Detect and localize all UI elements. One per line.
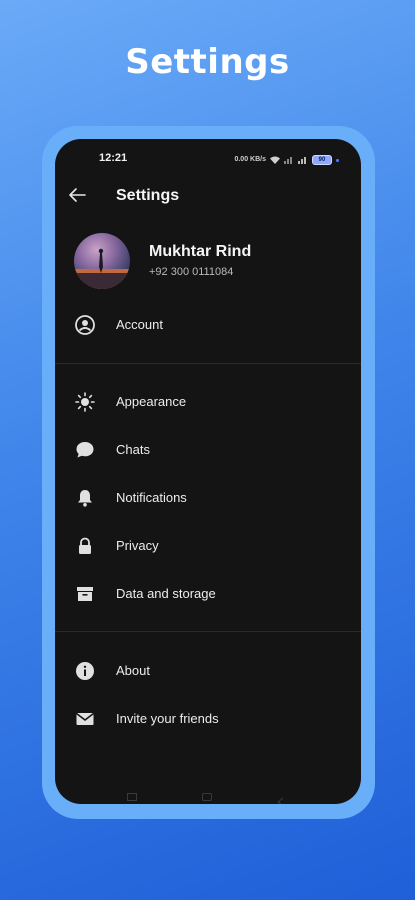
- status-time: 12:21: [99, 152, 128, 164]
- section-divider: [55, 631, 361, 632]
- profile-name: Mukhtar Rind: [149, 243, 252, 260]
- menu-label-account: Account: [116, 317, 163, 332]
- nav-home-icon[interactable]: [202, 793, 212, 801]
- menu-item-data-storage[interactable]: Data and storage: [55, 572, 361, 616]
- section-divider: [55, 363, 361, 364]
- back-button[interactable]: [65, 183, 89, 207]
- menu-item-appearance[interactable]: Appearance: [55, 380, 361, 424]
- menu-label-invite: Invite your friends: [116, 711, 219, 726]
- menu-item-chats[interactable]: Chats: [55, 428, 361, 472]
- menu-item-account[interactable]: Account: [55, 303, 361, 347]
- chat-bubble-icon: [74, 439, 96, 461]
- status-icons: 0.00 KB/s 90: [234, 151, 339, 169]
- menu-label-about: About: [116, 663, 150, 678]
- system-nav-bar: [55, 791, 361, 804]
- battery-icon: 90: [312, 155, 332, 165]
- archive-box-icon: [74, 583, 96, 605]
- signal-icon-2: [298, 151, 308, 169]
- wifi-icon: [270, 151, 280, 169]
- sun-icon: [74, 391, 96, 413]
- app-bar: Settings: [55, 175, 361, 217]
- charging-dot-icon: [336, 158, 339, 162]
- avatar[interactable]: [74, 233, 130, 289]
- profile-phone: +92 300 0111084: [149, 266, 234, 278]
- menu-label-data-storage: Data and storage: [116, 586, 216, 601]
- status-bar: 12:21 0.00 KB/s 90: [55, 139, 361, 175]
- lock-icon: [74, 535, 96, 557]
- menu-item-notifications[interactable]: Notifications: [55, 476, 361, 520]
- bell-icon: [74, 487, 96, 509]
- signal-icon: [284, 151, 294, 169]
- menu-label-privacy: Privacy: [116, 538, 159, 553]
- promo-title: Settings: [125, 42, 290, 82]
- menu-item-about[interactable]: About: [55, 649, 361, 693]
- page-title: Settings: [116, 187, 180, 204]
- profile-card[interactable]: Mukhtar Rind +92 300 0111084: [55, 227, 361, 289]
- envelope-icon: [74, 708, 96, 730]
- back-arrow-icon: [69, 188, 86, 202]
- info-icon: [74, 660, 96, 682]
- phone-screen: 12:21 0.00 KB/s 90 Settings Mukhtar Rind…: [55, 139, 361, 804]
- menu-label-notifications: Notifications: [116, 490, 187, 505]
- menu-label-appearance: Appearance: [116, 394, 187, 409]
- nav-back-icon[interactable]: [277, 793, 285, 804]
- network-speed-icon: 0.00 KB/s: [234, 156, 266, 163]
- nav-menu-icon[interactable]: [127, 793, 137, 801]
- menu-label-chats: Chats: [116, 442, 150, 457]
- menu-item-privacy[interactable]: Privacy: [55, 524, 361, 568]
- menu-item-invite[interactable]: Invite your friends: [55, 697, 361, 741]
- account-circle-icon: [74, 314, 96, 336]
